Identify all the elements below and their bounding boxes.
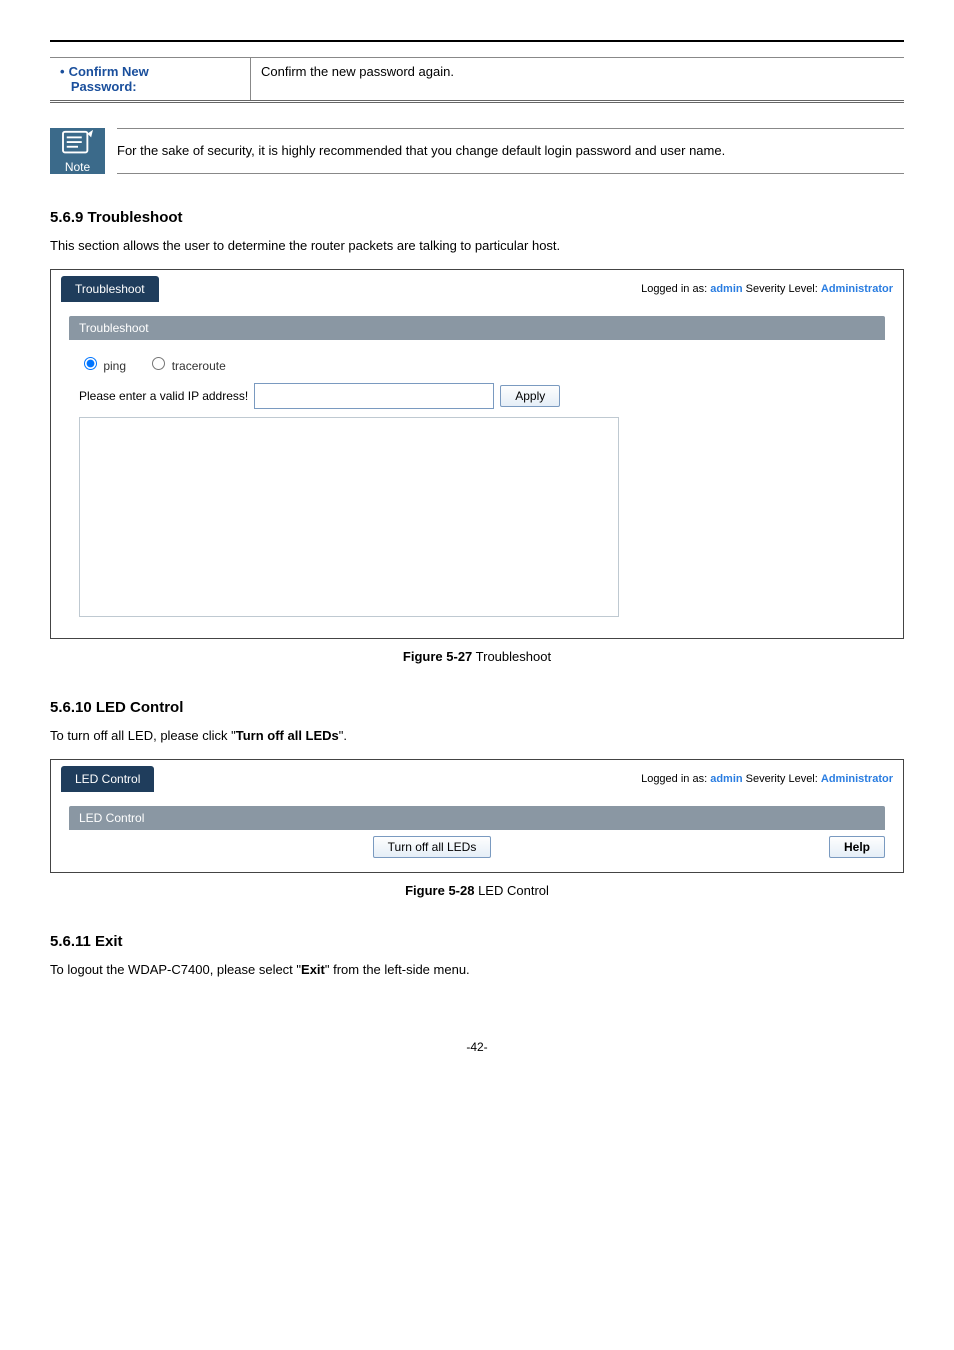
- param-table: • Confirm New Password: Confirm the new p…: [50, 57, 904, 103]
- ping-radio[interactable]: [84, 357, 97, 370]
- led-login-status: Logged in as: admin Severity Level: Admi…: [641, 773, 893, 785]
- caption-528-rest: LED Control: [474, 883, 548, 898]
- ts-radio-row: ping traceroute: [79, 354, 885, 373]
- ts-login-status: Logged in as: admin Severity Level: Admi…: [641, 283, 893, 295]
- param-desc-cell: Confirm the new password again.: [251, 58, 905, 102]
- ts-login-prefix: Logged in as:: [641, 283, 710, 295]
- ts-login-sep: Severity Level:: [743, 283, 821, 295]
- intro-5611-pre: To logout the WDAP-C7400, please select …: [50, 962, 301, 977]
- param-row: • Confirm New Password: Confirm the new p…: [50, 58, 904, 102]
- led-login-prefix: Logged in as:: [641, 773, 710, 785]
- top-rule: [50, 40, 904, 42]
- ts-body: ping traceroute Please enter a valid IP …: [69, 340, 885, 620]
- ts-header: Troubleshoot Logged in as: admin Severit…: [51, 270, 903, 308]
- ping-radio-label[interactable]: ping: [79, 359, 126, 373]
- led-login-level[interactable]: Administrator: [821, 773, 893, 785]
- led-inner: LED Control Turn off all LEDs Help: [51, 798, 903, 872]
- note-icon-wrap: Note: [50, 128, 105, 174]
- intro-5611-post: " from the left-side menu.: [325, 962, 470, 977]
- caption-528: Figure 5-28 LED Control: [50, 883, 904, 898]
- notepad-icon: [59, 128, 97, 158]
- led-login-sep: Severity Level:: [743, 773, 821, 785]
- intro-569: This section allows the user to determin…: [50, 236, 904, 257]
- ts-output[interactable]: [79, 417, 619, 617]
- led-tab[interactable]: LED Control: [61, 766, 154, 792]
- traceroute-text: traceroute: [172, 359, 226, 373]
- led-button-row: Turn off all LEDs Help: [69, 830, 885, 858]
- note-text: For the sake of security, it is highly r…: [117, 143, 725, 158]
- intro-5611: To logout the WDAP-C7400, please select …: [50, 960, 904, 981]
- note-label: Note: [65, 160, 90, 174]
- ts-subhead: Troubleshoot: [69, 316, 885, 340]
- turn-off-leds-button[interactable]: Turn off all LEDs: [373, 836, 492, 858]
- led-center: Turn off all LEDs: [69, 836, 795, 858]
- led-frame: LED Control Logged in as: admin Severity…: [50, 759, 904, 873]
- troubleshoot-frame: Troubleshoot Logged in as: admin Severit…: [50, 269, 904, 639]
- param-label-line1: Confirm New: [69, 64, 149, 79]
- param-desc: Confirm the new password again.: [261, 64, 454, 79]
- page-number: -42-: [50, 1040, 904, 1054]
- ts-login-level[interactable]: Administrator: [821, 283, 893, 295]
- intro-5610-pre: To turn off all LED, please click ": [50, 728, 236, 743]
- intro-5611-bold: Exit: [301, 962, 325, 977]
- ip-row: Please enter a valid IP address! Apply: [79, 383, 885, 409]
- led-header: LED Control Logged in as: admin Severity…: [51, 760, 903, 798]
- heading-569: 5.6.9 Troubleshoot: [50, 209, 904, 226]
- param-label-cell: • Confirm New Password:: [50, 58, 251, 102]
- bullet-icon: •: [60, 64, 65, 79]
- apply-button[interactable]: Apply: [500, 385, 560, 407]
- traceroute-radio[interactable]: [152, 357, 165, 370]
- note-icon: Note: [50, 128, 105, 174]
- intro-5610: To turn off all LED, please click "Turn …: [50, 726, 904, 747]
- ts-login-user[interactable]: admin: [710, 283, 742, 295]
- note-text-wrap: For the sake of security, it is highly r…: [117, 128, 904, 174]
- note-block: Note For the sake of security, it is hig…: [50, 128, 904, 174]
- caption-527-bold: Figure 5-27: [403, 649, 472, 664]
- heading-5610: 5.6.10 LED Control: [50, 699, 904, 716]
- ping-text: ping: [103, 359, 126, 373]
- param-label-line2: Password:: [71, 79, 137, 94]
- ip-input[interactable]: [254, 383, 494, 409]
- caption-527: Figure 5-27 Troubleshoot: [50, 649, 904, 664]
- help-button[interactable]: Help: [829, 836, 885, 858]
- led-login-user[interactable]: admin: [710, 773, 742, 785]
- intro-5610-bold: Turn off all LEDs: [236, 728, 339, 743]
- led-right: Help: [795, 836, 885, 858]
- intro-5610-post: ".: [339, 728, 347, 743]
- traceroute-radio-label[interactable]: traceroute: [147, 359, 225, 373]
- ip-label: Please enter a valid IP address!: [79, 389, 248, 403]
- caption-527-rest: Troubleshoot: [472, 649, 551, 664]
- ts-tab[interactable]: Troubleshoot: [61, 276, 159, 302]
- heading-5611: 5.6.11 Exit: [50, 933, 904, 950]
- led-subhead: LED Control: [69, 806, 885, 830]
- caption-528-bold: Figure 5-28: [405, 883, 474, 898]
- ts-inner: Troubleshoot ping traceroute Please ente…: [51, 308, 903, 638]
